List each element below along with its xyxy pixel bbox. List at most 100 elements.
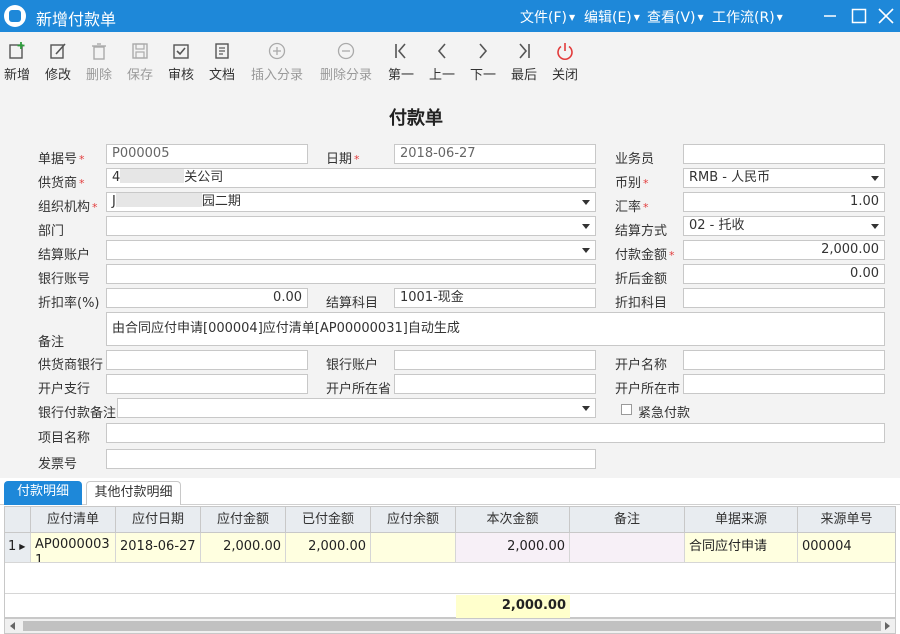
new-icon bbox=[9, 42, 25, 59]
redacted-text bbox=[115, 193, 202, 207]
column-header[interactable]: 单据来源 bbox=[685, 507, 798, 533]
insert-row-button[interactable]: 插入分录 bbox=[248, 36, 306, 84]
audit-icon bbox=[173, 44, 189, 59]
menu-view[interactable]: 查看(V) ▼ bbox=[647, 7, 704, 27]
column-header[interactable]: 应付金额 bbox=[201, 507, 286, 533]
table-cell[interactable] bbox=[371, 533, 456, 563]
table-cell[interactable]: AP00000031 bbox=[31, 533, 116, 563]
chevron-down-icon bbox=[582, 224, 590, 229]
column-header[interactable]: 应付清单 bbox=[31, 507, 116, 533]
settle-method-select[interactable]: 02 - 托收 bbox=[683, 216, 885, 236]
discount-rate-field[interactable]: 0.00 bbox=[106, 288, 308, 308]
table-cell[interactable]: 2,000.00 bbox=[286, 533, 371, 563]
bank-account-no-field[interactable] bbox=[106, 264, 596, 284]
settle-method-label: 结算方式 bbox=[615, 224, 668, 239]
remark-field[interactable]: 由合同应付申请[000004]应付清单[AP00000031]自动生成 bbox=[106, 312, 885, 346]
doc-no-label: 单据号 * bbox=[38, 152, 85, 167]
table-cell[interactable]: 2018-06-27 bbox=[116, 533, 201, 563]
redacted-text bbox=[120, 169, 185, 183]
menu-edit[interactable]: 编辑(E) ▼ bbox=[584, 7, 640, 27]
scroll-left-icon[interactable] bbox=[10, 622, 15, 630]
settle-subject-field[interactable]: 1001-现金 bbox=[394, 288, 596, 308]
salesman-field[interactable] bbox=[683, 144, 885, 164]
close-button[interactable]: 关闭 bbox=[550, 36, 580, 84]
edit-icon bbox=[50, 43, 66, 59]
prev-icon bbox=[437, 43, 446, 59]
column-header[interactable]: 备注 bbox=[570, 507, 685, 533]
project-field[interactable] bbox=[106, 423, 885, 443]
city-field[interactable] bbox=[683, 374, 885, 394]
document-button[interactable]: 文档 bbox=[207, 36, 237, 84]
column-header[interactable]: 来源单号 bbox=[798, 507, 895, 533]
currency-select[interactable]: RMB - 人民币 bbox=[683, 168, 885, 188]
branch-field[interactable] bbox=[106, 374, 308, 394]
branch-label: 开户支行 bbox=[38, 382, 91, 397]
power-icon bbox=[557, 43, 573, 60]
chevron-down-icon bbox=[582, 248, 590, 253]
table-cell[interactable]: 2,000.00 bbox=[201, 533, 286, 563]
scrollbar-thumb[interactable] bbox=[23, 621, 881, 631]
menu-workflow[interactable]: 工作流(R) ▼ bbox=[712, 7, 783, 27]
after-discount-field[interactable]: 0.00 bbox=[683, 264, 885, 284]
column-header[interactable]: 应付日期 bbox=[116, 507, 201, 533]
column-header[interactable]: 本次金额 bbox=[456, 507, 570, 533]
invoice-field[interactable] bbox=[106, 449, 596, 469]
last-record-button[interactable]: 最后 bbox=[509, 36, 539, 84]
doc-no-field[interactable]: P000005 bbox=[106, 144, 308, 164]
bank-pay-remark-label: 银行付款备注 bbox=[38, 406, 117, 421]
tab-payment-detail[interactable]: 付款明细 bbox=[4, 481, 82, 505]
save-icon bbox=[132, 43, 148, 59]
after-discount-label: 折后金额 bbox=[615, 272, 668, 287]
scroll-right-icon[interactable] bbox=[885, 622, 890, 630]
horizontal-scrollbar[interactable] bbox=[4, 618, 896, 634]
total-row-divider bbox=[5, 593, 895, 594]
last-icon bbox=[519, 43, 530, 59]
audit-button[interactable]: 审核 bbox=[166, 36, 196, 84]
dept-select[interactable] bbox=[106, 216, 596, 236]
first-record-button[interactable]: 第一 bbox=[386, 36, 416, 84]
next-icon bbox=[479, 43, 488, 59]
org-select[interactable]: J 园二期 bbox=[106, 192, 596, 212]
tab-other-payment-detail[interactable]: 其他付款明细 bbox=[86, 481, 181, 505]
bank-account-field[interactable] bbox=[394, 350, 596, 370]
next-record-button[interactable]: 下一 bbox=[468, 36, 498, 84]
urgent-checkbox[interactable] bbox=[621, 404, 632, 415]
dept-label: 部门 bbox=[38, 224, 65, 239]
table-cell[interactable] bbox=[570, 533, 685, 563]
delete-row-icon bbox=[337, 42, 355, 60]
province-label: 开户所在省 bbox=[326, 382, 392, 397]
column-header[interactable]: 已付金额 bbox=[286, 507, 371, 533]
settle-account-select[interactable] bbox=[106, 240, 596, 260]
save-button[interactable]: 保存 bbox=[125, 36, 155, 84]
close-window-icon[interactable] bbox=[874, 4, 898, 28]
city-label: 开户所在市 bbox=[615, 382, 681, 397]
chevron-down-icon bbox=[871, 176, 879, 181]
discount-rate-label: 折扣率(%) bbox=[38, 296, 100, 311]
insert-row-icon bbox=[268, 42, 286, 60]
prev-record-button[interactable]: 上一 bbox=[427, 36, 457, 84]
edit-button[interactable]: 修改 bbox=[42, 36, 74, 84]
row-header-corner bbox=[5, 507, 31, 533]
bank-pay-remark-select[interactable] bbox=[117, 398, 596, 418]
table-cell[interactable]: 合同应付申请 bbox=[685, 533, 798, 563]
account-name-field[interactable] bbox=[683, 350, 885, 370]
row-index[interactable]: 1 ▶ bbox=[5, 533, 31, 563]
menu-file[interactable]: 文件(F) ▼ bbox=[520, 7, 575, 27]
date-field[interactable]: 2018-06-27 bbox=[394, 144, 596, 164]
rate-field[interactable]: 1.00 bbox=[683, 192, 885, 212]
table-cell[interactable]: 2,000.00 bbox=[456, 533, 570, 563]
minimize-icon[interactable] bbox=[818, 4, 842, 28]
column-header[interactable]: 应付余额 bbox=[371, 507, 456, 533]
supplier-bank-field[interactable] bbox=[106, 350, 308, 370]
table-cell[interactable]: 000004 bbox=[798, 533, 895, 563]
chevron-down-icon bbox=[582, 200, 590, 205]
new-button[interactable]: 新增 bbox=[2, 36, 32, 84]
delete-button[interactable]: 删除 bbox=[84, 36, 114, 84]
pay-amount-field[interactable]: 2,000.00 bbox=[683, 240, 885, 260]
province-field[interactable] bbox=[394, 374, 596, 394]
supplier-label: 供货商 * bbox=[38, 176, 85, 191]
maximize-icon[interactable] bbox=[847, 4, 871, 28]
supplier-field[interactable]: 4 关公司 bbox=[106, 168, 596, 188]
delete-row-button[interactable]: 删除分录 bbox=[317, 36, 375, 84]
discount-subject-field[interactable] bbox=[683, 288, 885, 308]
